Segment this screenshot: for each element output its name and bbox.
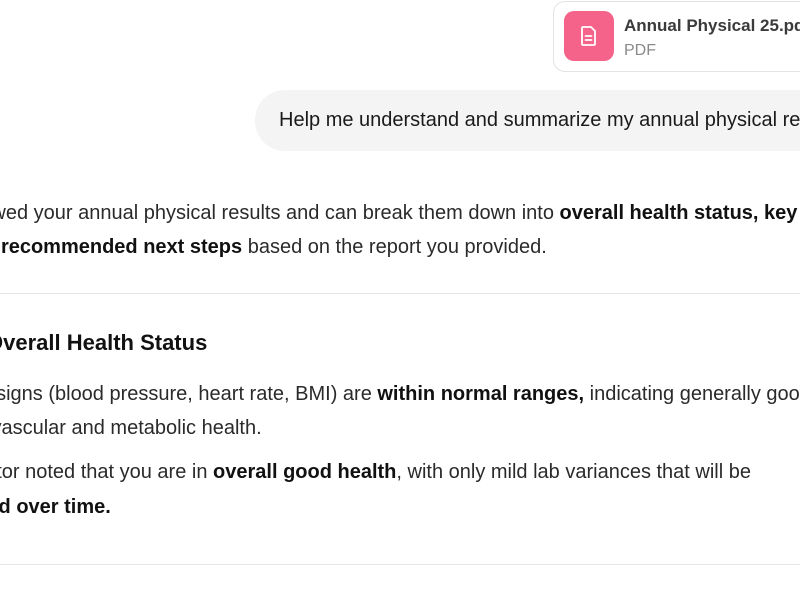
intro-line-1-text: I've reviewed your annual physical resul… (0, 202, 554, 224)
bullet-1-line-1: Your vital signs (blood pressure, heart … (0, 382, 800, 406)
section-heading: Overall Health Status (0, 330, 208, 355)
bullet-2-tail: , with only mild lab variances that will… (396, 461, 751, 483)
section-divider-bottom (0, 564, 800, 565)
bullet-2-bold: overall good health (213, 461, 397, 483)
bullet-1-line-2: cardiovascular and metabolic health. (0, 417, 262, 439)
bullet-2-text: Your doctor noted that you are in (0, 461, 208, 483)
bullet-1-tail: indicating generally good (584, 383, 800, 405)
user-message-bubble: Help me understand and summarize my annu… (255, 90, 800, 151)
user-message-text: Help me understand and summarize my annu… (279, 109, 800, 131)
intro-line-1: I've reviewed your annual physical resul… (0, 201, 800, 225)
intro-line-2-tail: based on the report you provided. (242, 236, 547, 258)
bullet-2-line-2: monitored over time. (0, 495, 111, 519)
document-icon (564, 11, 614, 61)
intro-line-1-bold: overall health status, key lab results, (559, 202, 800, 224)
bullet-2-line-1: Your doctor noted that you are in overal… (0, 460, 751, 484)
intro-line-2: and recommended next steps based on the … (0, 235, 547, 259)
bullet-1-bold: within normal ranges, (377, 383, 585, 405)
attachment-card[interactable]: Annual Physical 25.pdf PDF (553, 1, 800, 72)
intro-line-2-bold: recommended next steps (0, 236, 243, 258)
bullet-1-text: Your vital signs (blood pressure, heart … (0, 383, 372, 405)
section-divider-top (0, 293, 800, 294)
attachment-file-type: PDF (624, 42, 656, 59)
chat-view: Annual Physical 25.pdf PDF Help me under… (0, 0, 800, 600)
bullet-2-line-2-bold: monitored over time. (0, 496, 111, 518)
attachment-file-name: Annual Physical 25.pdf (624, 16, 800, 35)
